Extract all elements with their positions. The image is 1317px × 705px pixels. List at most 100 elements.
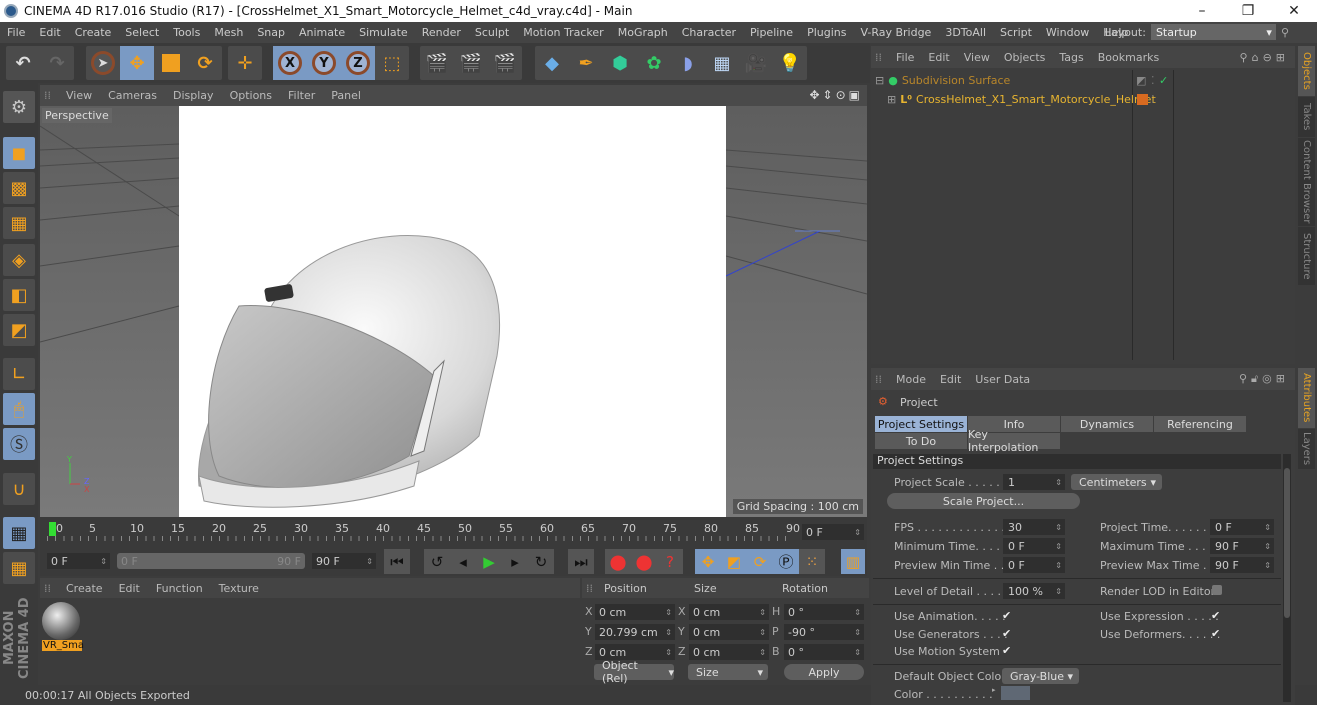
workplane-lock-icon[interactable]: ▦ — [3, 517, 35, 549]
timeline[interactable]: 0 5 10 15 20 25 30 35 40 45 50 55 60 65 70 75 80 85 90 0 F… — [40, 517, 867, 547]
floor-icon[interactable]: ▦ — [705, 46, 739, 80]
axis-mode-icon[interactable]: ∟ — [3, 358, 35, 390]
viewport[interactable]: ⁞⁞ View Cameras Display Options Filter P… — [40, 85, 867, 517]
autokey-button[interactable]: ⬤ — [631, 549, 657, 574]
object-menu-view[interactable]: View — [957, 51, 997, 64]
size-y-field[interactable]: 0 cm ⇕ — [689, 624, 769, 640]
expand-icon[interactable]: ⊞ — [887, 93, 896, 106]
use-generators-checkbox[interactable]: ✔ — [1002, 628, 1014, 640]
live-selection-icon[interactable]: ➤ — [86, 46, 120, 80]
unit-dropdown[interactable]: Centimeters ▾ — [1071, 474, 1162, 490]
tweak-mode-icon[interactable]: 🖱 — [3, 393, 35, 425]
restore-button[interactable]: ❐ — [1225, 0, 1271, 22]
dolly-icon[interactable]: ⇕ — [823, 88, 836, 102]
object-menu-file[interactable]: File — [889, 51, 921, 64]
play-button[interactable]: ▶ — [476, 549, 502, 574]
side-tab-layers[interactable]: Layers — [1298, 429, 1315, 469]
size-mode-dropdown[interactable]: Size ▾ — [688, 664, 768, 680]
cube-icon[interactable]: ◆ — [535, 46, 569, 80]
preview-range-slider[interactable]: 0 F 90 F — [117, 553, 305, 569]
new-view-icon[interactable]: ⊞ — [1276, 51, 1289, 64]
viewport-menu-view[interactable]: View — [58, 89, 100, 102]
search-icon[interactable]: ⚲ — [1240, 51, 1252, 64]
maximize-view-icon[interactable]: ▣ — [849, 88, 863, 102]
material-menu-texture[interactable]: Texture — [211, 582, 267, 595]
object-menu-edit[interactable]: Edit — [921, 51, 956, 64]
side-tab-takes[interactable]: Takes — [1298, 97, 1315, 137]
object-menu-objects[interactable]: Objects — [997, 51, 1053, 64]
solo-mode-icon[interactable]: Ⓢ — [3, 428, 35, 460]
rot-h-field[interactable]: 0 ° ⇕ — [784, 604, 864, 620]
key-position-button[interactable]: ✥ — [695, 549, 721, 574]
level-of-detail-field[interactable]: 100 % ⇕ — [1003, 583, 1065, 599]
next-frame-button[interactable]: ▸ — [502, 549, 528, 574]
last-tool-icon[interactable]: ✛ — [228, 46, 262, 80]
light-icon[interactable]: 💡 — [773, 46, 807, 80]
menu-plugins[interactable]: Plugins — [800, 26, 853, 39]
use-deformers-checkbox[interactable]: ✔ — [1211, 628, 1223, 640]
rotate-tool-icon[interactable]: ⟳ — [188, 46, 222, 80]
go-to-next-key-button[interactable]: ↻ — [528, 549, 554, 574]
material-menu-function[interactable]: Function — [148, 582, 211, 595]
preview-max-field[interactable]: 90 F ⇕ — [1210, 557, 1274, 573]
menu-sculpt[interactable]: Sculpt — [468, 26, 516, 39]
viewport-menu-filter[interactable]: Filter — [280, 89, 323, 102]
key-pla-button[interactable]: ⁙ — [799, 549, 825, 574]
cloner-icon[interactable]: ✿ — [637, 46, 671, 80]
material-menu-create[interactable]: Create — [58, 582, 111, 595]
collapse-icon[interactable]: ⊟ — [875, 74, 884, 87]
size-z-field[interactable]: 0 cm ⇕ — [689, 644, 769, 660]
pos-z-field[interactable]: 0 cm ⇕ — [595, 644, 675, 660]
tab-key-interpolation[interactable]: Key Interpolation — [968, 428, 1060, 454]
subdivision-surface-icon[interactable]: ⬢ — [603, 46, 637, 80]
polygons-mode-icon[interactable]: ◩ — [3, 314, 35, 346]
current-frame-field[interactable]: 0 F ⇕ — [802, 524, 864, 540]
texture-mode-icon[interactable]: ▩ — [3, 172, 35, 204]
toggle-icon[interactable]: ⊖ — [1263, 51, 1276, 64]
viewport-menu-display[interactable]: Display — [165, 89, 222, 102]
z-axis-lock-button[interactable]: Z — [341, 46, 375, 80]
keyframe-selection-button[interactable]: ? — [657, 549, 683, 574]
attr-menu-user-data[interactable]: User Data — [968, 373, 1037, 386]
max-time-field[interactable]: 90 F ⇕ — [1210, 538, 1274, 554]
menu-simulate[interactable]: Simulate — [352, 26, 415, 39]
attr-menu-edit[interactable]: Edit — [933, 373, 968, 386]
new-view-icon[interactable]: ⊞ — [1276, 372, 1289, 385]
visibility-dots-icon[interactable]: ⁚ — [1151, 74, 1155, 87]
scale-project-button[interactable]: Scale Project... — [887, 493, 1080, 509]
rot-b-field[interactable]: 0 ° ⇕ — [784, 644, 864, 660]
material-swatch[interactable]: VR_Sma — [42, 602, 84, 656]
edges-mode-icon[interactable]: ◧ — [3, 279, 35, 311]
menu-pipeline[interactable]: Pipeline — [743, 26, 800, 39]
menu-mograph[interactable]: MoGraph — [611, 26, 675, 39]
viewport-menu-cameras[interactable]: Cameras — [100, 89, 165, 102]
start-frame-field[interactable]: 0 F ⇕ — [47, 553, 110, 569]
layout-dropdown[interactable]: Startup ▾ — [1150, 24, 1276, 40]
preview-min-field[interactable]: 0 F ⇕ — [1003, 557, 1065, 573]
viewport-menu-panel[interactable]: Panel — [323, 89, 369, 102]
project-scale-field[interactable]: 1 ⇕ — [1003, 474, 1065, 490]
home-icon[interactable]: ⌂ — [1252, 51, 1263, 64]
move-tool-icon[interactable]: ✥ — [120, 46, 154, 80]
object-row-crosshelmet[interactable]: ⊞ L⁰ CrossHelmet_X1_Smart_Motorcycle_Hel… — [871, 90, 1291, 109]
end-frame-field[interactable]: 90 F ⇕ — [312, 553, 376, 569]
menu-window[interactable]: Window — [1039, 26, 1096, 39]
render-picture-viewer-icon[interactable]: 🎬 — [454, 46, 488, 80]
apply-button[interactable]: Apply — [784, 664, 864, 680]
viewport-canvas[interactable]: Y ZX Perspective Grid Spacing : 100 cm — [40, 106, 867, 517]
side-tab-structure[interactable]: Structure — [1298, 227, 1315, 285]
menu-character[interactable]: Character — [675, 26, 743, 39]
menu-vray-bridge[interactable]: V-Ray Bridge — [853, 26, 938, 39]
deformer-icon[interactable]: ◗ — [671, 46, 705, 80]
timeline-ruler[interactable]: 0 5 10 15 20 25 30 35 40 45 50 55 60 65 70 75 80 85 90 — [47, 520, 800, 544]
x-axis-lock-button[interactable]: X — [273, 46, 307, 80]
close-button[interactable]: ✕ — [1271, 0, 1317, 22]
material-menu-edit[interactable]: Edit — [111, 582, 148, 595]
menu-tools[interactable]: Tools — [166, 26, 207, 39]
menu-edit[interactable]: Edit — [32, 26, 67, 39]
pan-icon[interactable]: ✥ — [809, 88, 822, 102]
menu-motion-tracker[interactable]: Motion Tracker — [516, 26, 610, 39]
object-row-subdivision-surface[interactable]: ⊟ ● Subdivision Surface ◩ ⁚ ✓ — [871, 71, 1291, 90]
tab-project-settings[interactable]: Project Settings — [875, 416, 967, 432]
scale-tool-icon[interactable] — [154, 46, 188, 80]
